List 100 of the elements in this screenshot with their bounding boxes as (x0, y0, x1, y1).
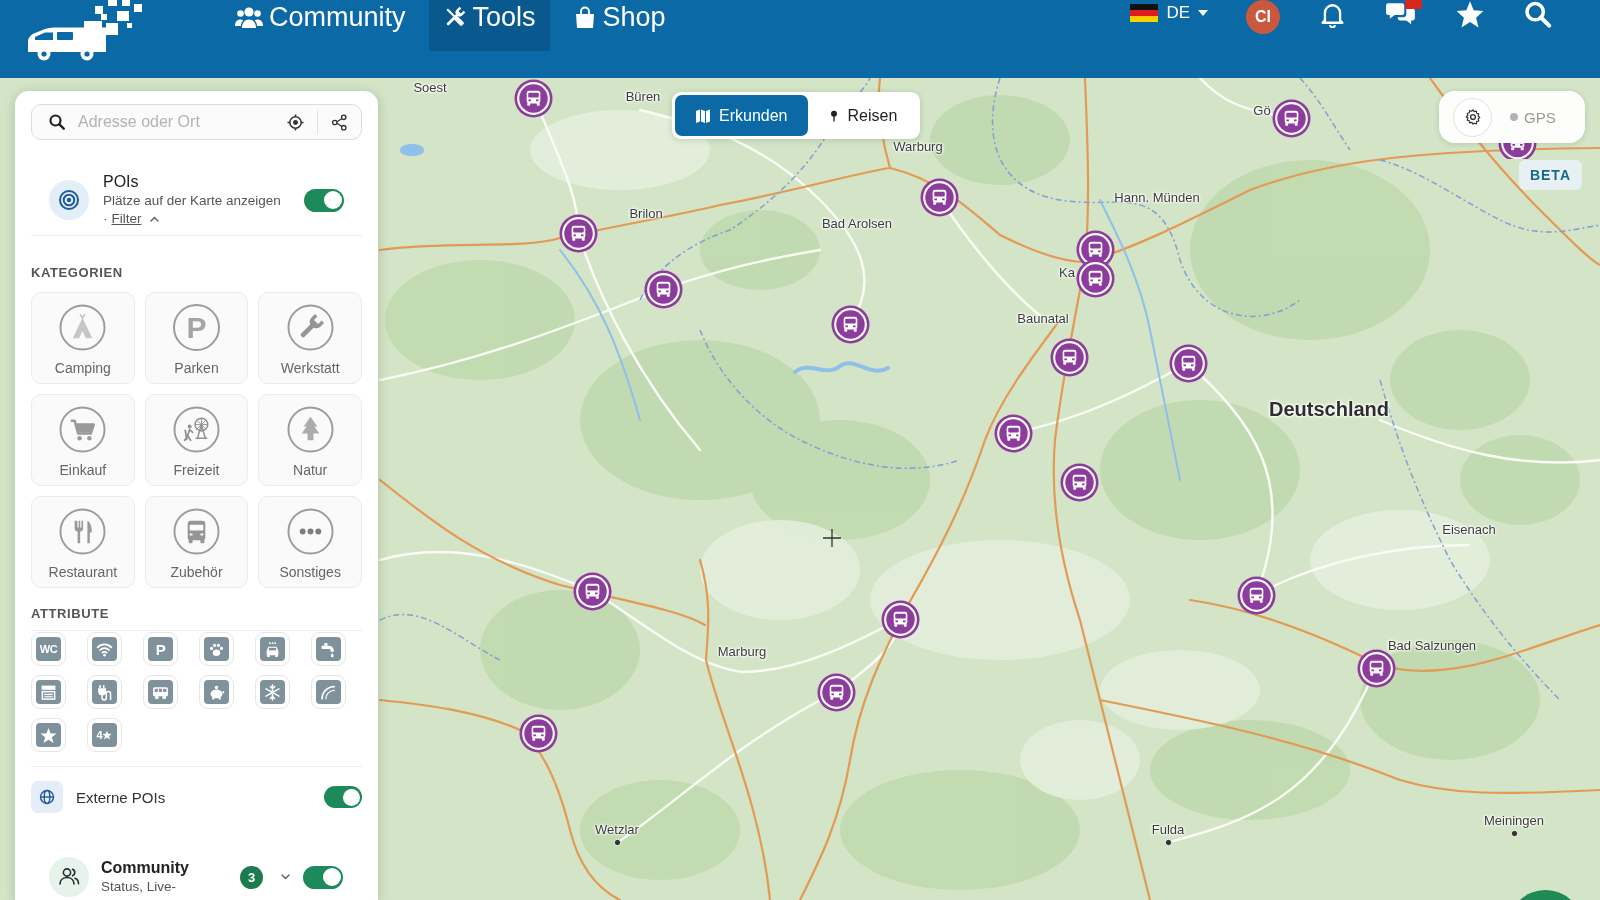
share-icon[interactable] (331, 113, 348, 131)
tent-icon (59, 304, 107, 351)
settings-button[interactable] (1453, 97, 1492, 137)
parking-sign: P (173, 304, 220, 351)
dots-icon (286, 508, 334, 555)
attribute-button[interactable] (143, 675, 178, 709)
chevron-up-icon[interactable] (149, 216, 159, 222)
van-marker[interactable] (572, 571, 612, 611)
filter-link[interactable]: Filter (111, 210, 142, 228)
attribute-button[interactable]: P (143, 632, 178, 666)
hiker-icon (173, 406, 220, 453)
mode-tab[interactable]: Reisen (807, 95, 918, 136)
place-label: Baunatal (1017, 310, 1069, 326)
poi-title: POIs (103, 172, 139, 192)
category-button[interactable]: Restaurant (31, 496, 135, 588)
locate-icon[interactable] (287, 113, 304, 131)
external-pois-label: Externe POIs (76, 788, 167, 806)
attribute-button[interactable] (311, 675, 346, 709)
attribute-button[interactable] (311, 632, 346, 666)
category-button[interactable]: Camping (31, 292, 135, 384)
category-button[interactable]: Einkauf (31, 394, 135, 486)
search-input[interactable]: Adresse oder Ort (78, 111, 274, 133)
van-marker[interactable] (1271, 98, 1311, 138)
toggle-switch[interactable] (304, 188, 344, 212)
section-heading: ATTRIBUTE (31, 606, 111, 622)
snowflake-icon (264, 683, 281, 701)
place-label: Büren (625, 88, 661, 104)
cutlery-icon (59, 508, 107, 555)
people-icon (49, 857, 89, 897)
target-icon (49, 180, 89, 220)
language-button[interactable]: DE (1130, 2, 1208, 24)
attribute-button[interactable] (255, 675, 290, 709)
category-button[interactable]: P Parken (144, 292, 249, 384)
section-heading: KATEGORIEN (31, 265, 124, 281)
star-icon (102, 730, 113, 740)
place-label: Marburg (717, 643, 767, 659)
star-icon (40, 726, 57, 744)
place-label: Meiningen (1484, 812, 1544, 828)
count-badge: 3 (240, 865, 263, 889)
nav-tab[interactable]: Shop (558, 0, 680, 51)
van-marker[interactable] (1075, 258, 1115, 298)
attribute-button[interactable] (31, 718, 66, 752)
van-marker[interactable] (919, 177, 959, 217)
attribute-button[interactable] (87, 632, 122, 666)
van-marker[interactable] (1356, 648, 1396, 688)
category-button[interactable]: Zubehör (144, 496, 249, 588)
van-marker[interactable] (1168, 343, 1208, 383)
toggle-switch[interactable] (303, 865, 343, 889)
caret-icon (1198, 10, 1208, 16)
country-label: Deutschland (1269, 397, 1389, 421)
piggy-bank-icon (208, 683, 225, 701)
van-marker[interactable] (880, 599, 920, 639)
attribute-button[interactable] (199, 675, 234, 709)
van-marker[interactable] (558, 213, 598, 253)
van-marker[interactable] (513, 78, 553, 118)
van-marker[interactable] (830, 304, 870, 344)
beta-badge: BETA (1518, 160, 1582, 190)
separator-text: · (103, 210, 108, 228)
category-button[interactable]: Werkstatt (258, 292, 362, 384)
community-title: Community (101, 858, 189, 878)
place-label: Fulda (1151, 821, 1185, 837)
nav-tab[interactable]: Tools (428, 0, 550, 51)
van-marker[interactable] (816, 672, 856, 712)
category-button[interactable]: Sonstiges (258, 496, 362, 588)
round-button[interactable] (1520, 890, 1571, 900)
mode-tab[interactable]: Erkunden (675, 95, 808, 136)
van-logo[interactable] (27, 0, 142, 61)
van-marker[interactable] (993, 413, 1033, 453)
avatar[interactable]: CI (1246, 0, 1280, 34)
search-icon (49, 114, 65, 130)
van-marker[interactable] (643, 269, 683, 309)
attribute-button[interactable] (255, 632, 290, 666)
search-icon[interactable] (1523, 0, 1552, 28)
place-label: Bad Salzungen (1387, 637, 1477, 653)
wrench-icon (286, 304, 334, 351)
toggle-switch[interactable] (324, 786, 362, 808)
van-marker[interactable] (1049, 337, 1089, 377)
attribute-button[interactable]: WC (31, 632, 66, 666)
attribute-button[interactable]: 4 (87, 718, 122, 752)
category-button[interactable]: Natur (258, 394, 362, 486)
van-marker[interactable] (518, 713, 558, 753)
category-button[interactable]: Freizeit (144, 394, 249, 486)
attribute-button[interactable] (87, 675, 122, 709)
community-subtitle: Status, Live- (101, 878, 177, 896)
place-label: Gö (1253, 102, 1271, 118)
attribute-button[interactable] (199, 632, 234, 666)
star-icon[interactable] (1455, 0, 1485, 28)
attribute-button[interactable] (31, 675, 66, 709)
place-label: Hann. Münden (1114, 189, 1200, 205)
settings-icon (1463, 108, 1482, 126)
cart-icon (59, 406, 107, 453)
chevron-down-icon[interactable] (281, 874, 290, 880)
place-label: Bad Arolsen (821, 215, 893, 231)
search-field[interactable]: Adresse oder Ort (31, 104, 362, 140)
van-marker[interactable] (1059, 462, 1099, 502)
place-label: Soest (413, 79, 447, 95)
car-icon (264, 640, 281, 658)
van-marker[interactable] (1236, 575, 1276, 615)
nav-tab[interactable]: Community (221, 0, 420, 51)
place-label: Warburg (893, 138, 943, 154)
